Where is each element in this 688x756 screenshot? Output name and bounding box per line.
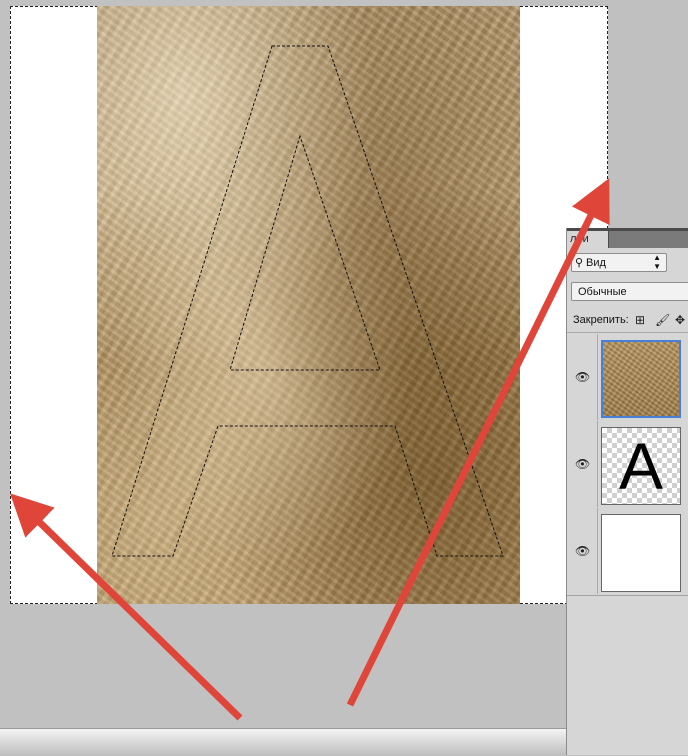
updown-arrows-icon: ▲ ▼ [653,253,661,271]
thumbnail-letter: A [618,429,664,503]
search-icon: ⚲ [575,257,584,269]
visibility-column: 👁 [567,508,598,594]
status-bar [0,728,566,756]
layer-row-text[interactable]: 👁 A [567,421,688,509]
visibility-column: 👁 [567,334,598,420]
tab-layers[interactable]: лои [567,231,608,248]
blend-mode-label: Обычные [578,286,627,298]
layer-thumbnail-paper [601,340,681,418]
layer-row-background[interactable]: 👁 [567,508,688,596]
brush-icon[interactable]: 🖌 [655,313,670,327]
layer-filter-select[interactable]: ⚲ Вид ▲ ▼ [571,253,667,272]
blend-mode-select[interactable]: Обычные [571,282,688,301]
lock-transparent-pixels-icon[interactable]: ⊞ [635,313,645,327]
layer-row-paper[interactable]: 👁 [567,334,688,422]
move-icon[interactable]: ✥ [675,313,685,327]
eye-icon[interactable]: 👁 [575,370,590,384]
workspace [0,0,608,756]
eye-icon[interactable]: 👁 [575,457,590,471]
layers-panel: лои ⚲ Вид ▲ ▼ Обычные Закрепить: ⊞ 🖌 ✥ 👁 … [566,228,688,755]
paper-thumbnail-texture [613,342,669,416]
letter-a-selection [111,45,504,557]
eye-icon[interactable]: 👁 [575,544,590,558]
panel-tab-bar: лои [567,228,688,248]
layer-filter-label: Вид [586,257,606,269]
layer-thumbnail-background [601,514,681,592]
visibility-column: 👁 [567,421,598,507]
lock-label: Закрепить: [573,314,629,326]
lock-row: Закрепить: ⊞ 🖌 ✥ [567,308,688,333]
layer-thumbnail-text: A [601,427,681,505]
document-canvas[interactable] [10,6,608,604]
tab-bar-empty [609,231,688,248]
